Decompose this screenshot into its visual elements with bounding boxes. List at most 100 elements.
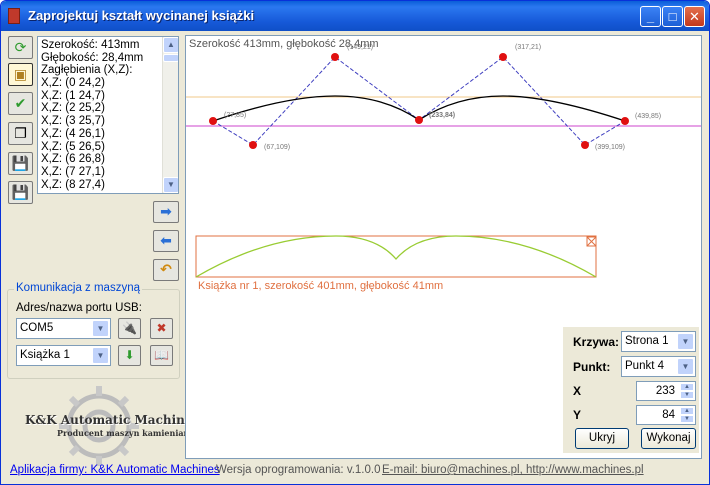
arrow-right-icon: ➡ [160, 203, 172, 219]
save-disk-add-icon: 💾 [11, 155, 30, 171]
list-item[interactable]: X,Z: (1 24,7) [41, 90, 178, 103]
point-coordinate-label: (439,85) [635, 113, 661, 120]
refresh-button[interactable]: ⟳ [8, 36, 33, 59]
list-item[interactable]: X,Z: (3 25,7) [41, 115, 178, 128]
curve-select[interactable]: Strona 1 ▼ [621, 331, 696, 352]
download-icon: ⬇ [124, 348, 135, 362]
point-coordinate-label: (27,85) [224, 112, 246, 119]
list-item[interactable]: X,Z: (5 26,5) [41, 141, 178, 154]
book-frame [195, 235, 597, 278]
control-point[interactable] [621, 117, 629, 125]
undo-icon: ↶ [160, 261, 172, 277]
check-green-icon: ✔ [14, 95, 27, 111]
list-item[interactable]: X,Z: (4 26,1) [41, 128, 178, 141]
version-text: Wersja oprogramowania: v.1.0.0 [216, 464, 381, 476]
control-point[interactable] [331, 53, 339, 61]
scroll-up-icon[interactable]: ▲ [163, 37, 178, 53]
x-value: 233 [655, 385, 675, 397]
connect-button[interactable]: 🔌 [118, 318, 141, 339]
machine-communication-group: Komunikacja z maszyną Adres/nazwa portu … [7, 282, 180, 379]
y-value: 84 [662, 409, 675, 421]
spin-down-icon[interactable]: ▼ [680, 415, 694, 423]
company-link[interactable]: Aplikacja firmy: K&K Automatic Machines [10, 464, 220, 476]
scroll-thumb[interactable] [163, 54, 178, 62]
title-bar[interactable]: Zaprojektuj kształt wycinanej książki _ … [1, 1, 709, 31]
x-label: X [573, 384, 582, 398]
move-left-button[interactable]: ⬅ [153, 230, 179, 252]
control-point[interactable] [249, 141, 257, 149]
book-app-icon [8, 8, 20, 24]
point-coordinate-label: (399,109) [595, 144, 625, 151]
scroll-down-icon[interactable]: ▼ [163, 177, 178, 193]
disconnect-button[interactable]: ✖ [150, 318, 173, 339]
y-label: Y [573, 408, 582, 422]
move-right-button[interactable]: ➡ [153, 201, 179, 223]
connect-plug-icon: 🔌 [122, 321, 137, 335]
group-title: Komunikacja z maszyną [14, 282, 142, 294]
main-window: Zaprojektuj kształt wycinanej książki _ … [0, 0, 710, 485]
chevron-down-icon[interactable]: ▼ [92, 347, 109, 364]
book-caption: Książka nr 1, szerokość 401mm, głębokość… [198, 280, 443, 292]
book-open-icon: 📖 [154, 348, 169, 362]
list-scrollbar[interactable]: ▲ ▼ [162, 37, 178, 193]
point-coordinate-label: (317,21) [515, 44, 541, 51]
undo-button[interactable]: ↶ [153, 259, 179, 281]
save-export-button[interactable]: 💾 [8, 181, 33, 204]
curve-label: Krzywa: [573, 335, 620, 349]
save-add-button[interactable]: 💾 [8, 152, 33, 175]
run-button[interactable]: Wykonaj [641, 428, 696, 449]
x-spinner[interactable]: 233 ▲ ▼ [636, 381, 696, 401]
chevron-down-icon[interactable]: ▼ [677, 358, 694, 375]
spin-down-icon[interactable]: ▼ [680, 391, 694, 399]
close-button[interactable]: ✕ [684, 6, 705, 27]
list-item[interactable]: Szerokość: 413mm [41, 39, 178, 52]
accept-button[interactable]: ✔ [8, 92, 33, 115]
hide-button[interactable]: Ukryj [575, 428, 629, 449]
chevron-down-icon[interactable]: ▼ [677, 333, 694, 350]
image-picture-icon: ▣ [13, 66, 28, 82]
picture-button[interactable]: ▣ [8, 63, 33, 86]
list-item[interactable]: X,Z: (2 25,2) [41, 102, 178, 115]
control-point[interactable] [499, 53, 507, 61]
logo-name: K&K Automatic Machines [25, 413, 200, 427]
y-spinner[interactable]: 84 ▲ ▼ [636, 405, 696, 425]
control-point[interactable] [209, 117, 217, 125]
list-item[interactable]: X,Z: (7 27,1) [41, 166, 178, 179]
point-editor-panel: Krzywa: Strona 1 ▼ Punkt: Punkt 4 ▼ X 23… [562, 326, 700, 454]
open-book-button[interactable]: 📖 [150, 345, 173, 366]
book-value: Książka 1 [20, 349, 70, 361]
chevron-down-icon[interactable]: ▼ [92, 320, 109, 337]
refresh-green-icon: ⟳ [14, 39, 27, 55]
point-coordinate-label: (149,21) [347, 44, 373, 51]
minimize-button[interactable]: _ [640, 6, 661, 27]
spin-up-icon[interactable]: ▲ [680, 383, 694, 391]
spin-up-icon[interactable]: ▲ [680, 407, 694, 415]
copy-button[interactable]: ❐ [8, 122, 33, 145]
company-logo: K&K Automatic Machines Producent maszyn … [19, 381, 212, 471]
list-item[interactable]: X,Z: (6 26,8) [41, 153, 178, 166]
list-item[interactable]: X,Z: (8 27,4) [41, 179, 178, 192]
point-select[interactable]: Punkt 4 ▼ [621, 356, 696, 377]
window-title: Zaprojektuj kształt wycinanej książki [28, 8, 255, 23]
control-polygon [212, 56, 626, 146]
download-button[interactable]: ⬇ [118, 345, 141, 366]
point-label: Punkt: [573, 360, 611, 374]
list-item[interactable]: Zagłębienia (X,Z): [41, 64, 178, 77]
curve-value: Strona 1 [625, 335, 669, 347]
book-curve [195, 235, 597, 278]
port-value: COM5 [20, 322, 54, 334]
maximize-button[interactable]: □ [662, 6, 683, 27]
shape-parameters-list[interactable]: Szerokość: 413mm Głębokość: 28,4mm Zagłę… [37, 36, 179, 194]
point-coordinate-label: (67,109) [264, 144, 290, 151]
port-select[interactable]: COM5 ▼ [16, 318, 111, 339]
port-label: Adres/nazwa portu USB: [16, 302, 142, 314]
disconnect-plug-icon: ✖ [156, 321, 167, 335]
list-item[interactable]: X,Z: (0 24,2) [41, 77, 178, 90]
book-select[interactable]: Książka 1 ▼ [16, 345, 111, 366]
control-point[interactable] [415, 116, 423, 124]
point-coordinate-label: (233,84) [429, 112, 455, 119]
control-point[interactable] [581, 141, 589, 149]
contact-link[interactable]: E-mail: biuro@machines.pl, http://www.ma… [382, 464, 644, 476]
list-item[interactable]: Głębokość: 28,4mm [41, 52, 178, 65]
client-area: ⟳ ▣ ✔ ❐ 💾 💾 Szerokość: 413mm Głębokość: … [4, 31, 706, 483]
